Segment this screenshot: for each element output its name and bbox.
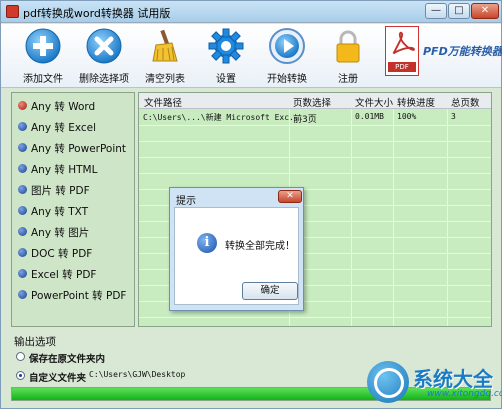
- bullet-icon: [18, 164, 27, 173]
- format-label: Excel 转 PDF: [31, 269, 97, 281]
- format-item-image-to-pdf[interactable]: 图片 转 PDF: [16, 181, 132, 199]
- app-window: pdf转换成word转换器 试用版 — □ ✕ 添加文件 删除选择项 清空列表 …: [0, 0, 502, 409]
- dialog-body: i 转换全部完成！ 确定: [174, 207, 299, 305]
- format-item-any-to-html[interactable]: Any 转 HTML: [16, 160, 132, 178]
- save-original-folder-label[interactable]: 保存在原文件夹内: [29, 351, 105, 365]
- grid-line: [139, 141, 491, 142]
- bullet-icon: [18, 143, 27, 152]
- delete-selected-button[interactable]: 删除选择项: [74, 28, 134, 85]
- brand-text: PFD万能转换器: [423, 45, 502, 58]
- brand-logo: PDF PFD万能转换器: [383, 26, 502, 84]
- format-label: Any 转 图片: [31, 227, 90, 239]
- start-convert-label: 开始转换: [267, 74, 307, 85]
- title-bar: pdf转换成word转换器 试用版 — □ ✕: [1, 1, 501, 23]
- grid-line: [139, 125, 491, 126]
- cell-size: 0.01MB: [355, 112, 384, 121]
- start-convert-button[interactable]: 开始转换: [257, 28, 317, 85]
- format-list: Any 转 Word Any 转 Excel Any 转 PowerPoint …: [11, 92, 135, 327]
- grid-line: [351, 93, 352, 326]
- format-item-any-to-word[interactable]: Any 转 Word: [16, 97, 132, 115]
- format-item-any-to-powerpoint[interactable]: Any 转 PowerPoint: [16, 139, 132, 157]
- grid-line: [139, 173, 491, 174]
- column-header-page-select[interactable]: 页数选择: [293, 95, 331, 109]
- format-item-excel-to-pdf[interactable]: Excel 转 PDF: [16, 265, 132, 283]
- window-title: pdf转换成word转换器 试用版: [23, 7, 171, 20]
- clear-list-label: 清空列表: [145, 74, 185, 85]
- play-icon: [269, 28, 305, 64]
- format-item-any-to-txt[interactable]: Any 转 TXT: [16, 202, 132, 220]
- selected-bullet-icon: [18, 101, 27, 110]
- dialog-message: 转换全部完成！: [225, 241, 295, 252]
- format-item-powerpoint-to-pdf[interactable]: PowerPoint 转 PDF: [16, 286, 132, 304]
- ok-button[interactable]: 确定: [242, 282, 298, 300]
- cell-path: C:\Users\...\新建 Microsoft Exc...: [143, 113, 304, 122]
- format-label: Any 转 PowerPoint: [31, 143, 127, 155]
- pdf-document-icon: PDF: [385, 26, 419, 76]
- grid-line: [393, 93, 394, 326]
- minimize-button[interactable]: —: [425, 3, 447, 19]
- watermark-logo: 系统大全 www.xitongdq.com: [361, 359, 502, 407]
- app-icon: [6, 5, 19, 18]
- format-label: Any 转 HTML: [31, 164, 98, 176]
- column-header-progress[interactable]: 转换进度: [397, 95, 435, 109]
- close-button[interactable]: ✕: [471, 3, 499, 19]
- register-button[interactable]: 注册: [318, 28, 378, 85]
- column-header-size[interactable]: 文件大小: [355, 95, 393, 109]
- add-file-button[interactable]: 添加文件: [13, 28, 73, 85]
- bullet-icon: [18, 227, 27, 236]
- grid-line: [139, 317, 491, 318]
- acrobat-icon: [392, 31, 415, 55]
- plus-icon: [25, 28, 61, 64]
- settings-button[interactable]: 设置: [196, 28, 256, 85]
- settings-label: 设置: [216, 74, 236, 85]
- add-file-label: 添加文件: [23, 74, 63, 85]
- format-label: 图片 转 PDF: [31, 185, 90, 197]
- bullet-icon: [18, 185, 27, 194]
- gear-icon: [208, 28, 244, 64]
- save-original-folder-radio[interactable]: [16, 352, 25, 361]
- output-path[interactable]: C:\Users\GJW\Desktop: [89, 370, 185, 379]
- broom-icon: [152, 29, 178, 62]
- format-label: Any 转 Excel: [31, 122, 97, 134]
- delete-icon: [86, 28, 122, 64]
- format-label: Any 转 Word: [31, 101, 96, 113]
- delete-selected-label: 删除选择项: [79, 74, 129, 85]
- prompt-dialog: 提示 ✕ i 转换全部完成！ 确定: [169, 187, 304, 311]
- register-label: 注册: [338, 74, 358, 85]
- format-label: Any 转 TXT: [31, 206, 89, 218]
- lock-icon: [336, 30, 360, 63]
- custom-folder-radio[interactable]: [16, 371, 25, 380]
- format-item-doc-to-pdf[interactable]: DOC 转 PDF: [16, 244, 132, 262]
- table-header: 文件路径 页数选择 文件大小 转换进度 总页数: [139, 93, 491, 109]
- bullet-icon: [18, 269, 27, 278]
- clear-list-button[interactable]: 清空列表: [135, 28, 195, 85]
- pdf-label: PDF: [388, 62, 416, 72]
- info-icon: i: [197, 233, 217, 253]
- dialog-title: 提示: [176, 196, 196, 207]
- bullet-icon: [18, 290, 27, 299]
- watermark-url: www.xitongdq.com: [427, 389, 502, 399]
- output-options-title: 输出选项: [14, 336, 56, 348]
- grid-line: [139, 157, 491, 158]
- bullet-icon: [18, 122, 27, 131]
- format-item-any-to-image[interactable]: Any 转 图片: [16, 223, 132, 241]
- watermark-text: 系统大全: [413, 367, 493, 391]
- bullet-icon: [18, 206, 27, 215]
- maximize-button[interactable]: □: [448, 3, 470, 19]
- custom-folder-label[interactable]: 自定义文件夹: [29, 370, 86, 384]
- grid-line: [447, 93, 448, 326]
- dialog-close-button[interactable]: ✕: [278, 190, 302, 203]
- cell-total-pages: 3: [451, 112, 456, 121]
- cell-page-select: 前3页: [293, 115, 317, 125]
- cell-progress: 100%: [397, 112, 417, 121]
- bullet-icon: [18, 248, 27, 257]
- globe-icon: [367, 361, 409, 403]
- format-label: DOC 转 PDF: [31, 248, 93, 260]
- column-header-path[interactable]: 文件路径: [144, 95, 182, 109]
- column-header-total-pages[interactable]: 总页数: [451, 95, 480, 109]
- format-item-any-to-excel[interactable]: Any 转 Excel: [16, 118, 132, 136]
- format-label: PowerPoint 转 PDF: [31, 290, 127, 302]
